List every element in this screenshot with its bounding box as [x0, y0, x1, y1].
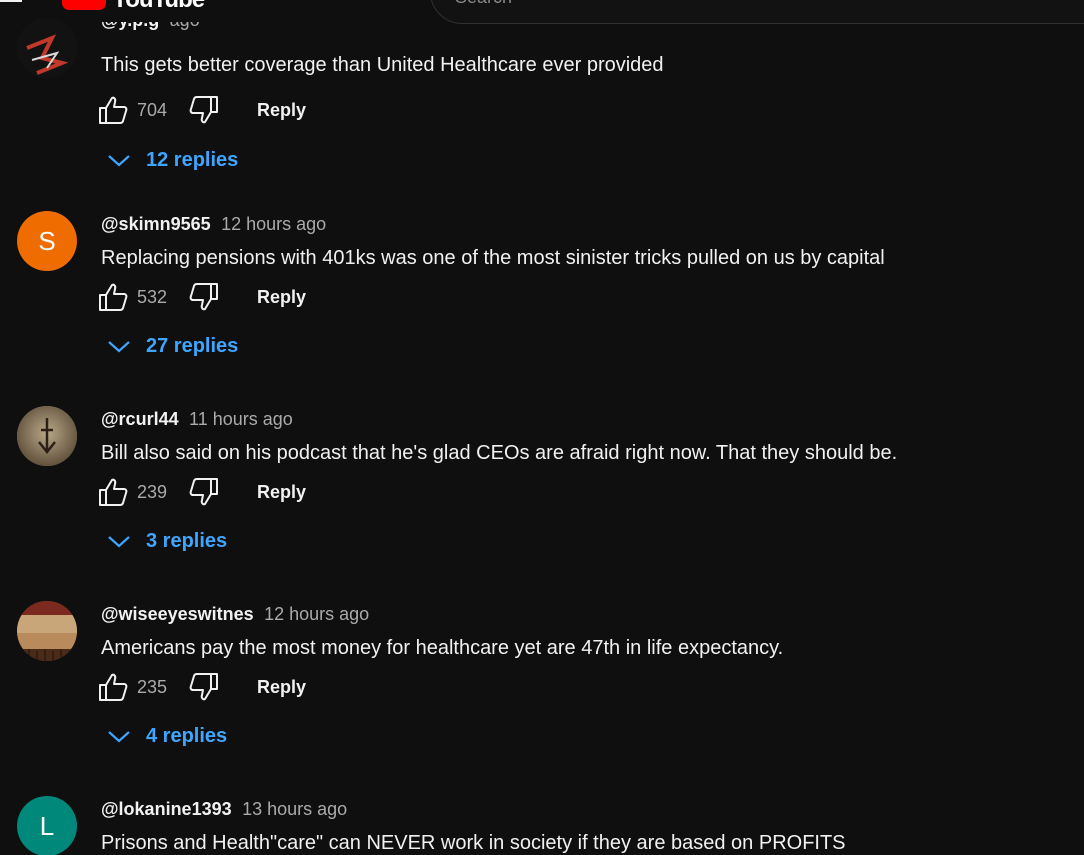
youtube-logo-icon[interactable]: [62, 0, 106, 10]
reply-button[interactable]: Reply: [257, 482, 306, 503]
avatar[interactable]: [17, 406, 77, 466]
reply-button[interactable]: Reply: [257, 100, 306, 121]
like-icon[interactable]: [97, 476, 129, 508]
comment-item: S @skimn9565 12 hours ago Replacing pens…: [0, 211, 1084, 406]
view-replies-button[interactable]: 27 replies: [106, 330, 238, 362]
youtube-logo-text[interactable]: YouTube: [112, 0, 205, 14]
comment-text: Bill also said on his podcast that he's …: [101, 442, 898, 464]
comment-author[interactable]: @rcurl44: [101, 409, 179, 429]
comment-item: @wiseeyeswitnes 12 hours ago Americans p…: [0, 601, 1084, 796]
comment-author[interactable]: @wiseeyeswitnes: [101, 604, 254, 624]
like-count: 239: [137, 482, 168, 502]
avatar[interactable]: [17, 601, 77, 661]
search-placeholder: Search: [455, 0, 512, 8]
comment-time[interactable]: 13 hours ago: [242, 799, 347, 819]
like-icon[interactable]: [97, 671, 129, 703]
comment-text: This gets better coverage than United He…: [101, 54, 664, 76]
comment-author[interactable]: @lokanine1393: [101, 799, 232, 819]
avatar-image-icon: [17, 406, 77, 466]
comment-item: @rcurl44 11 hours ago Bill also said on …: [0, 406, 1084, 601]
avatar-letter: L: [39, 810, 55, 841]
like-count: 235: [137, 677, 168, 697]
replies-count-label: 4 replies: [146, 724, 228, 747]
dislike-icon[interactable]: [188, 281, 220, 313]
like-icon[interactable]: [97, 281, 129, 313]
chevron-down-icon: [108, 341, 130, 353]
comment-item: @y.p.g ago This gets better coverage tha…: [0, 18, 1084, 213]
avatar[interactable]: S: [17, 211, 77, 271]
comment-actions: 239 Reply: [97, 474, 337, 514]
replies-count-label: 27 replies: [146, 334, 239, 357]
like-count: 704: [137, 100, 168, 120]
replies-count-label: 12 replies: [146, 148, 239, 171]
like-count: 532: [137, 287, 168, 307]
comment-author[interactable]: @skimn9565: [101, 214, 211, 234]
dislike-icon[interactable]: [188, 476, 220, 508]
masthead: YouTube Search: [0, 0, 1084, 24]
avatar[interactable]: L: [17, 796, 77, 855]
comment-text: Americans pay the most money for healthc…: [101, 637, 784, 659]
comment-text: Prisons and Health"care" can NEVER work …: [101, 832, 846, 854]
chevron-down-icon: [108, 536, 130, 548]
dislike-icon[interactable]: [188, 94, 220, 126]
chevron-down-icon: [108, 731, 130, 743]
comment-time[interactable]: 12 hours ago: [264, 604, 369, 624]
avatar-image-icon: [17, 601, 77, 661]
view-replies-button[interactable]: 3 replies: [106, 525, 227, 557]
comment-time[interactable]: 11 hours ago: [189, 409, 293, 429]
comment-time[interactable]: 12 hours ago: [221, 214, 326, 234]
avatar-image-icon: [17, 18, 77, 78]
avatar[interactable]: [17, 18, 77, 78]
reply-button[interactable]: Reply: [257, 677, 306, 698]
chevron-down-icon: [108, 155, 130, 167]
like-icon[interactable]: [97, 94, 129, 126]
comment-text: Replacing pensions with 401ks was one of…: [101, 247, 885, 269]
view-replies-button[interactable]: 4 replies: [106, 720, 227, 752]
dislike-icon[interactable]: [188, 671, 220, 703]
comment-actions: 235 Reply: [97, 669, 337, 709]
avatar-letter: S: [38, 225, 56, 256]
replies-count-label: 3 replies: [146, 529, 228, 552]
reply-button[interactable]: Reply: [257, 287, 306, 308]
comment-actions: 532 Reply: [97, 279, 337, 319]
comment-actions: 704 Reply: [97, 92, 337, 132]
menu-icon[interactable]: [0, 0, 22, 6]
view-replies-button[interactable]: 12 replies: [106, 144, 238, 176]
comment-item: L @lokanine1393 13 hours ago Prisons and…: [0, 796, 1084, 855]
